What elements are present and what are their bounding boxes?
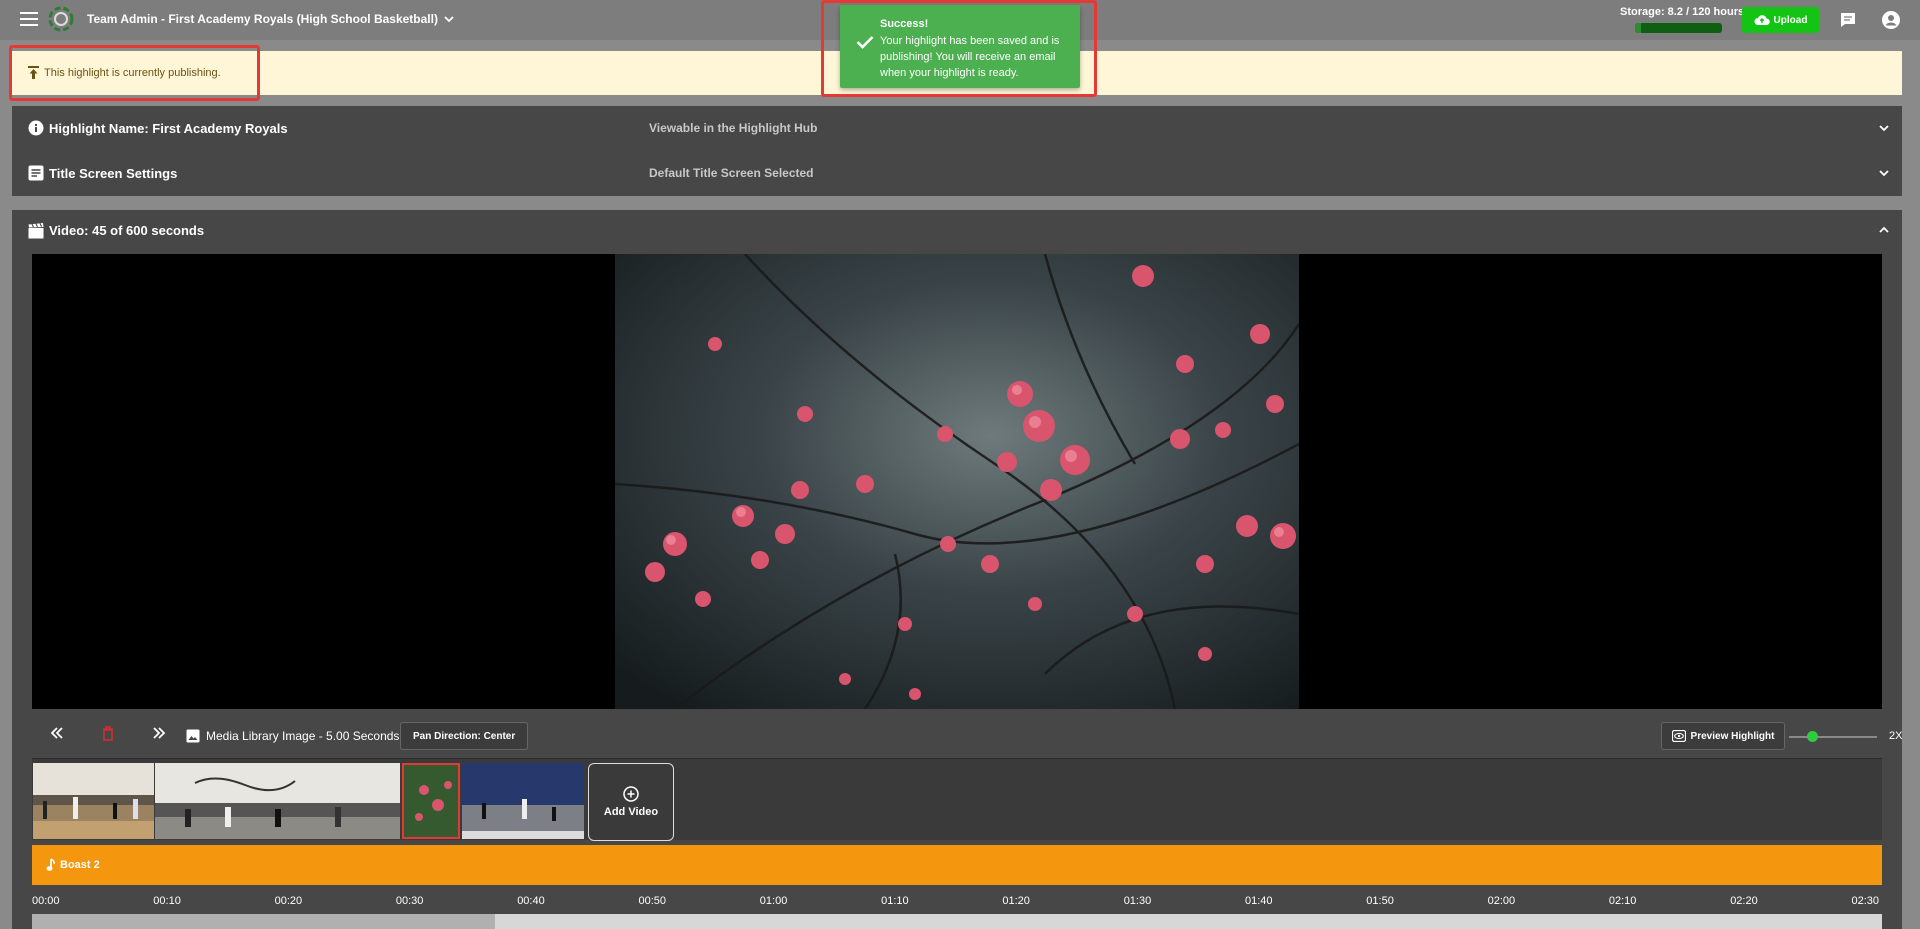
hamburger-menu-icon[interactable] xyxy=(20,12,38,26)
clip-thumbnail[interactable] xyxy=(33,763,154,839)
add-circle-icon xyxy=(623,786,639,802)
annotation-highlight-box xyxy=(9,45,260,101)
clip-thumbnail-image xyxy=(155,763,400,839)
timeline-tick: 00:50 xyxy=(638,895,667,907)
annotation-highlight-box xyxy=(821,0,1097,97)
chevron-up-icon xyxy=(1879,226,1889,233)
title-screen-status: Default Title Screen Selected xyxy=(649,166,814,180)
clip-thumbnail-image xyxy=(404,765,458,837)
add-video-button[interactable]: Add Video xyxy=(588,763,674,841)
timeline-tick: 00:20 xyxy=(274,895,303,907)
timeline-ruler: 00:00 00:10 00:20 00:30 00:40 00:50 01:00 01:10… xyxy=(32,895,1882,913)
media-label-text: Media Library Image - 5.00 Seconds xyxy=(206,729,400,743)
video-preview[interactable] xyxy=(32,254,1882,709)
storage-bar xyxy=(1635,23,1722,33)
timeline-tick: 00:40 xyxy=(517,895,545,907)
info-icon xyxy=(28,120,44,136)
music-note-icon xyxy=(46,858,55,871)
title-screen-icon xyxy=(28,165,44,181)
zoom-label: 2X xyxy=(1889,730,1903,742)
clip-thumbnail-image xyxy=(33,763,154,839)
move-clip-right-icon[interactable] xyxy=(152,726,166,740)
title-screen-row[interactable]: Title Screen Settings Default Title Scre… xyxy=(12,151,1902,195)
timeline-tick: 02:00 xyxy=(1487,895,1516,907)
preview-eye-icon xyxy=(1671,730,1686,742)
title-screen-label: Title Screen Settings xyxy=(49,166,178,181)
chevron-down-icon xyxy=(1879,170,1889,177)
clip-timeline: Add Video xyxy=(32,758,1882,841)
preview-highlight-button[interactable]: Preview Highlight xyxy=(1661,722,1785,750)
clip-thumbnail[interactable] xyxy=(462,763,584,839)
timeline-tick: 01:50 xyxy=(1366,895,1394,907)
highlight-name-label: Highlight Name: First Academy Royals xyxy=(49,121,288,136)
timeline-tick: 02:10 xyxy=(1608,895,1637,907)
add-video-label: Add Video xyxy=(603,806,659,818)
upload-button[interactable]: Upload xyxy=(1742,7,1819,33)
highlight-hub-status: Viewable in the Highlight Hub xyxy=(649,121,818,135)
music-track-name: Boast 2 xyxy=(60,859,100,871)
zoom-slider-thumb[interactable] xyxy=(1807,731,1818,742)
chevron-down-icon xyxy=(444,16,454,23)
timeline-tick: 00:10 xyxy=(153,895,181,907)
chat-icon[interactable] xyxy=(1839,11,1857,29)
storage-text: Storage: 8.2 / 120 hours xyxy=(1620,6,1745,18)
cloud-upload-icon xyxy=(1754,15,1770,25)
timeline-tick: 01:10 xyxy=(881,895,909,907)
timeline-scrubber-progress xyxy=(32,914,495,929)
timeline-scrubber[interactable] xyxy=(32,914,1882,929)
clip-thumbnail-image xyxy=(462,763,584,839)
timeline-tick: 01:20 xyxy=(1002,895,1030,907)
preview-label: Preview Highlight xyxy=(1690,730,1775,742)
upload-label: Upload xyxy=(1773,14,1808,26)
highlight-settings-panel: Highlight Name: First Academy Royals Vie… xyxy=(12,106,1902,196)
video-panel-header[interactable]: Video: 45 of 600 seconds xyxy=(12,210,1902,252)
timeline-tick: 02:30 xyxy=(1851,895,1880,907)
music-track-label: Boast 2 xyxy=(46,858,100,872)
timeline-tick: 00:00 xyxy=(32,895,60,907)
clapperboard-icon xyxy=(28,223,44,239)
move-clip-left-icon[interactable] xyxy=(50,726,64,740)
delete-clip-icon[interactable] xyxy=(102,726,114,741)
timeline-tick: 01:40 xyxy=(1245,895,1273,907)
zoom-slider[interactable] xyxy=(1789,736,1877,738)
pan-direction-button[interactable]: Pan Direction: Center xyxy=(400,722,529,750)
highlight-name-row[interactable]: Highlight Name: First Academy Royals Vie… xyxy=(12,106,1902,150)
clip-thumbnail-selected[interactable] xyxy=(402,763,460,839)
timeline-tick: 02:20 xyxy=(1730,895,1758,907)
video-panel: Video: 45 of 600 seconds Media Library I… xyxy=(12,210,1902,929)
clip-thumbnail[interactable] xyxy=(155,763,400,839)
account-icon[interactable] xyxy=(1881,10,1901,30)
music-track[interactable]: Boast 2 xyxy=(32,845,1882,885)
app-logo xyxy=(48,6,74,32)
clip-controls: Media Library Image - 5.00 Seconds Pan D… xyxy=(32,720,1902,750)
storage-bar-fill xyxy=(1635,23,1641,33)
video-duration-label: Video: 45 of 600 seconds xyxy=(49,223,205,238)
timeline-tick: 01:00 xyxy=(759,895,788,907)
chevron-down-icon xyxy=(1879,125,1889,132)
timeline-tick: 01:30 xyxy=(1123,895,1152,907)
team-title: Team Admin - First Academy Royals (High … xyxy=(87,12,438,26)
team-selector[interactable]: Team Admin - First Academy Royals (High … xyxy=(87,12,454,26)
preview-image-pink-blossoms xyxy=(615,254,1299,709)
selected-clip-info: Media Library Image - 5.00 Seconds xyxy=(186,729,399,743)
image-icon xyxy=(186,729,200,743)
timeline-tick: 00:30 xyxy=(395,895,424,907)
